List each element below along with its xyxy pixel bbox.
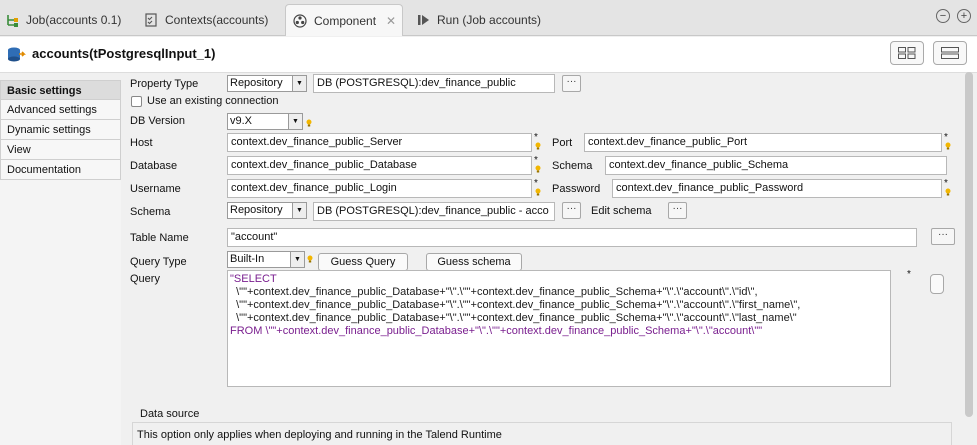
close-icon[interactable]: ✕ xyxy=(386,14,396,28)
nav-view[interactable]: View xyxy=(0,140,121,160)
tab-job[interactable]: Job(accounts 0.1) xyxy=(4,4,132,36)
property-type-label: Property Type xyxy=(130,78,199,90)
property-type-repository-field[interactable]: DB (POSTGRESQL):dev_finance_public xyxy=(313,74,555,93)
query-type-value: Built-In xyxy=(230,253,265,265)
required-marker: * xyxy=(907,269,911,280)
hint-bulb-icon xyxy=(945,142,951,150)
username-input[interactable]: context.dev_finance_public_Login xyxy=(227,179,532,198)
query-type-label: Query Type xyxy=(130,256,187,268)
schema-type-label: Schema xyxy=(130,206,171,218)
query-line: \""+context.dev_finance_public_Database+… xyxy=(230,299,801,311)
data-source-group: This option only applies when deploying … xyxy=(132,422,952,445)
tab-label: Component xyxy=(314,13,377,28)
host-label: Host xyxy=(130,137,153,149)
table-name-label: Table Name xyxy=(130,232,189,244)
nav-dynamic-settings[interactable]: Dynamic settings xyxy=(0,120,121,140)
edit-schema-button[interactable]: ··· xyxy=(668,202,687,219)
data-source-note: This option only applies when deploying … xyxy=(137,429,502,441)
grid-view-icon xyxy=(898,47,916,59)
username-label: Username xyxy=(130,183,181,195)
property-type-browse-button[interactable]: ··· xyxy=(562,75,581,92)
grid-view-button[interactable] xyxy=(890,41,924,65)
use-existing-connection-checkbox[interactable] xyxy=(131,96,142,107)
query-line: \""+context.dev_finance_public_Database+… xyxy=(230,312,797,324)
dropdown-arrow-icon: ▼ xyxy=(290,252,304,267)
tab-label: Contexts(accounts) xyxy=(165,13,269,27)
property-type-value: Repository xyxy=(230,77,283,89)
tab-component[interactable]: Component ✕ xyxy=(285,4,403,36)
vertical-scrollbar[interactable] xyxy=(965,72,973,417)
database-label: Database xyxy=(130,160,178,172)
db-version-label: DB Version xyxy=(130,115,186,127)
port-label: Port xyxy=(552,137,573,149)
schema-type-select[interactable]: Repository ▼ xyxy=(227,202,307,219)
editor-tab-bar: Job(accounts 0.1) Contexts(accounts) Com… xyxy=(0,0,977,36)
component-header: accounts(tPostgresqlInput_1) xyxy=(0,37,977,73)
schema-input[interactable]: context.dev_finance_public_Schema xyxy=(605,156,947,175)
hint-bulb-icon xyxy=(945,188,951,196)
settings-nav: Basic settings Advanced settings Dynamic… xyxy=(0,80,121,445)
schema-type-value: Repository xyxy=(230,204,283,216)
query-line: "SELECT xyxy=(230,273,277,285)
password-label: Password xyxy=(552,183,601,195)
postgresql-component-icon xyxy=(6,45,26,68)
query-line: \""+context.dev_finance_public_Database+… xyxy=(230,286,758,298)
job-icon xyxy=(4,12,20,28)
use-existing-connection-label: Use an existing connection xyxy=(147,95,279,107)
query-expand-button[interactable] xyxy=(930,274,944,294)
basic-settings-panel: Property Type Repository ▼ DB (POSTGRESQ… xyxy=(122,74,964,445)
run-icon xyxy=(415,12,431,28)
nav-documentation[interactable]: Documentation xyxy=(0,160,121,180)
query-editor[interactable]: "SELECT \""+context.dev_finance_public_D… xyxy=(227,270,891,387)
database-input[interactable]: context.dev_finance_public_Database xyxy=(227,156,532,175)
tab-run[interactable]: Run (Job accounts) xyxy=(415,4,555,36)
query-type-select[interactable]: Built-In ▼ xyxy=(227,251,305,268)
schema-label: Schema xyxy=(552,160,593,172)
maximize-icon[interactable]: + xyxy=(957,9,971,23)
contexts-icon xyxy=(143,12,159,28)
minimize-icon[interactable]: − xyxy=(936,9,950,23)
query-label: Query xyxy=(130,273,160,285)
tab-label: Job(accounts 0.1) xyxy=(26,13,122,27)
hint-bulb-icon xyxy=(306,119,312,127)
schema-repository-field[interactable]: DB (POSTGRESQL):dev_finance_public - acc… xyxy=(313,202,555,221)
data-source-label: Data source xyxy=(140,408,200,420)
list-view-icon xyxy=(941,47,959,59)
dropdown-arrow-icon: ▼ xyxy=(288,114,302,129)
list-view-button[interactable] xyxy=(933,41,967,65)
hint-bulb-icon xyxy=(307,255,313,263)
hint-bulb-icon xyxy=(535,188,541,196)
dropdown-arrow-icon: ▼ xyxy=(292,203,306,218)
hint-bulb-icon xyxy=(535,142,541,150)
nav-advanced-settings[interactable]: Advanced settings xyxy=(0,100,121,120)
guess-schema-button[interactable]: Guess schema xyxy=(426,253,522,271)
edit-schema-label: Edit schema xyxy=(591,205,652,217)
table-name-input[interactable]: "account" xyxy=(227,228,917,247)
port-input[interactable]: context.dev_finance_public_Port xyxy=(584,133,942,152)
password-input[interactable]: context.dev_finance_public_Password xyxy=(612,179,942,198)
db-version-select[interactable]: v9.X ▼ xyxy=(227,113,303,130)
table-name-browse-button[interactable]: ··· xyxy=(931,228,955,245)
guess-query-button[interactable]: Guess Query xyxy=(318,253,408,271)
component-icon xyxy=(292,13,308,29)
property-type-select[interactable]: Repository ▼ xyxy=(227,75,307,92)
tab-contexts[interactable]: Contexts(accounts) xyxy=(143,4,283,36)
db-version-value: v9.X xyxy=(230,115,253,127)
query-line: FROM \""+context.dev_finance_public_Data… xyxy=(230,325,763,337)
schema-browse-button[interactable]: ··· xyxy=(562,202,581,219)
dropdown-arrow-icon: ▼ xyxy=(292,76,306,91)
page-title: accounts(tPostgresqlInput_1) xyxy=(32,46,216,61)
hint-bulb-icon xyxy=(535,165,541,173)
tab-label: Run (Job accounts) xyxy=(437,13,542,27)
nav-basic-settings[interactable]: Basic settings xyxy=(0,80,121,100)
host-input[interactable]: context.dev_finance_public_Server xyxy=(227,133,532,152)
